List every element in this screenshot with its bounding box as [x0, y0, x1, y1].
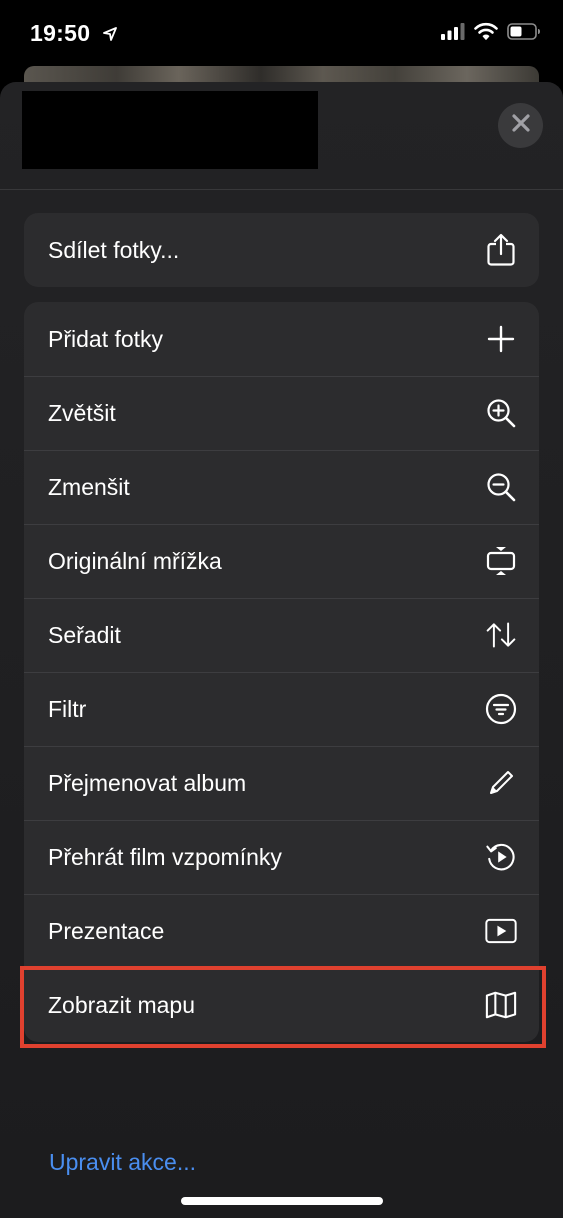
menu-item-label: Originální mřížka	[48, 547, 222, 574]
filter-icon	[485, 693, 517, 725]
menu-item-label: Sdílet fotky...	[48, 236, 180, 263]
map-icon	[485, 989, 517, 1021]
home-indicator[interactable]	[181, 1197, 383, 1205]
battery-icon	[507, 22, 541, 45]
zoom-out-icon	[485, 471, 517, 503]
actions-sheet: Sdílet fotky... Přidat fotky Zvětšit Zme…	[0, 82, 563, 1218]
menu-item-label: Přehrát film vzpomínky	[48, 843, 282, 870]
share-group: Sdílet fotky...	[24, 213, 539, 287]
menu-item-sort[interactable]: Seřadit	[24, 598, 539, 672]
cellular-signal-icon	[441, 22, 465, 45]
menu-item-rename-album[interactable]: Přejmenovat album	[24, 746, 539, 820]
menu-item-play-memory-movie[interactable]: Přehrát film vzpomínky	[24, 820, 539, 894]
menu-item-label: Prezentace	[48, 917, 165, 944]
menu-item-filter[interactable]: Filtr	[24, 672, 539, 746]
aspect-grid-icon	[485, 545, 517, 577]
play-rectangle-icon	[485, 915, 517, 947]
share-icon	[485, 233, 517, 266]
pencil-icon	[485, 767, 517, 799]
plus-icon	[485, 323, 517, 355]
redacted-album-title	[22, 91, 318, 169]
menu-item-presentation[interactable]: Prezentace	[24, 894, 539, 968]
menu-item-original-grid[interactable]: Originální mřížka	[24, 524, 539, 598]
status-icons	[441, 22, 541, 45]
menu-item-show-map[interactable]: Zobrazit mapu	[24, 968, 539, 1042]
sheet-header	[0, 82, 563, 190]
menu-item-add-photos[interactable]: Přidat fotky	[24, 302, 539, 376]
close-icon	[511, 113, 531, 138]
menu-item-label: Zvětšit	[48, 399, 116, 426]
close-button[interactable]	[498, 103, 543, 148]
menu-item-label: Seřadit	[48, 621, 121, 648]
menu-item-zoom-out[interactable]: Zmenšit	[24, 450, 539, 524]
menu-item-share-photos[interactable]: Sdílet fotky...	[24, 213, 539, 287]
menu-item-label: Filtr	[48, 695, 87, 722]
wifi-icon	[474, 22, 498, 45]
location-arrow-icon	[103, 20, 117, 47]
status-bar: 19:50	[0, 0, 563, 70]
menu-item-label: Přejmenovat album	[48, 769, 247, 796]
menu-item-label: Zmenšit	[48, 473, 130, 500]
sort-arrows-icon	[485, 619, 517, 651]
menu-item-zoom-in[interactable]: Zvětšit	[24, 376, 539, 450]
menu-item-label: Zobrazit mapu	[48, 991, 196, 1018]
status-time: 19:50	[30, 20, 117, 47]
time-label: 19:50	[30, 20, 91, 46]
actions-group: Přidat fotky Zvětšit Zmenšit Originální …	[24, 302, 539, 1042]
memory-replay-icon	[485, 841, 517, 873]
edit-actions-link[interactable]: Upravit akce...	[49, 1149, 196, 1176]
zoom-in-icon	[485, 397, 517, 429]
menu-item-label: Přidat fotky	[48, 325, 164, 352]
